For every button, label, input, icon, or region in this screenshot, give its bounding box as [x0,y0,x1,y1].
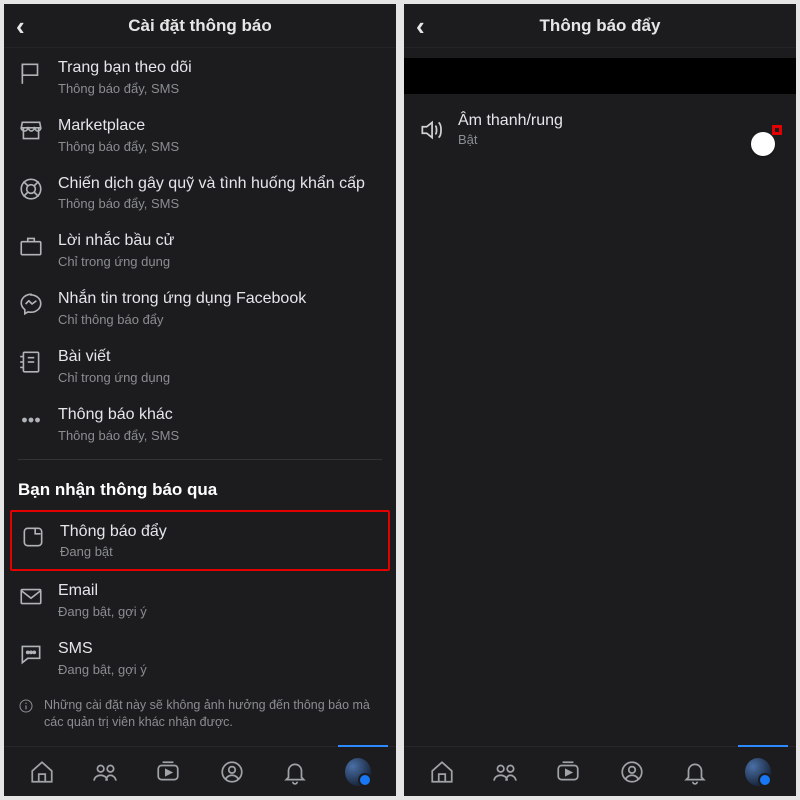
row-sound-vibration[interactable]: Âm thanh/rung Bật [404,100,796,159]
row-label: Email [58,581,382,602]
toggle-knob [751,132,775,156]
row-fundraiser[interactable]: Chiến dịch gây quỹ và tình huống khẩn cấ… [4,164,396,222]
section-title: Bạn nhận thông báo qua [4,466,396,510]
toggle-label: Âm thanh/rung [458,112,758,130]
row-sub: Thông báo đẩy, SMS [58,196,382,211]
tab-watch[interactable] [155,759,181,785]
divider [18,459,382,460]
dots-icon [18,407,44,433]
row-sub: Đang bật [60,544,380,559]
header-title-right: Thông báo đẩy [404,16,796,36]
row-sub: Chỉ trong ứng dụng [58,370,382,385]
row-label: Thông báo đẩy [60,522,380,543]
header-right: ‹ Thông báo đẩy [404,4,796,48]
tab-friends[interactable] [92,759,118,785]
info-text: Những cài đặt này sẽ không ảnh hưởng đến… [44,697,382,732]
header-title-left: Cài đặt thông báo [4,16,396,36]
active-indicator [738,745,788,747]
messenger-icon [18,291,44,317]
row-election[interactable]: Lời nhắc bầu cử Chỉ trong ứng dụng [4,221,396,279]
tab-menu[interactable] [345,759,371,785]
sms-icon [18,641,44,667]
black-strip [404,58,796,94]
content-right: Âm thanh/rung Bật [404,48,796,746]
row-posts[interactable]: Bài viết Chỉ trong ứng dụng [4,337,396,395]
back-button-right[interactable]: ‹ [416,13,425,39]
row-label: Bài viết [58,347,382,368]
tab-notifications[interactable] [682,759,708,785]
active-indicator [338,745,388,747]
channel-push[interactable]: Thông báo đẩy Đang bật [12,512,388,570]
tab-notifications[interactable] [282,759,308,785]
row-label: Nhắn tin trong ứng dụng Facebook [58,289,382,310]
row-label: Lời nhắc bầu cử [58,231,382,252]
toggle-sub: Bật [458,132,758,147]
push-icon [20,524,46,550]
row-sub: Đang bật, gợi ý [58,604,382,619]
highlight-push: Thông báo đẩy Đang bật [10,510,390,572]
tab-menu[interactable] [745,759,771,785]
row-pages[interactable]: Trang bạn theo dõi Thông báo đẩy, SMS [4,48,396,106]
tabbar-right [404,746,796,796]
info-row: Những cài đặt này sẽ không ảnh hưởng đến… [4,687,396,742]
row-label: Thông báo khác [58,405,382,426]
row-sub: Thông báo đẩy, SMS [58,81,382,96]
row-label: Trang bạn theo dõi [58,58,382,79]
lifebuoy-icon [18,176,44,202]
tab-profile[interactable] [219,759,245,785]
flag-icon [18,60,44,86]
channel-sms[interactable]: SMS Đang bật, gợi ý [4,629,396,687]
row-messenger[interactable]: Nhắn tin trong ứng dụng Facebook Chỉ thô… [4,279,396,337]
store-icon [18,118,44,144]
back-button-left[interactable]: ‹ [16,13,25,39]
row-sub: Thông báo đẩy, SMS [58,428,382,443]
journal-icon [18,349,44,375]
header-left: ‹ Cài đặt thông báo [4,4,396,48]
tabbar-left [4,746,396,796]
mail-icon [18,583,44,609]
row-label: Marketplace [58,116,382,137]
row-sub: Chỉ thông báo đẩy [58,312,382,327]
avatar-icon [345,758,371,786]
info-icon [18,698,34,714]
briefcase-icon [18,233,44,259]
tab-home[interactable] [429,759,455,785]
row-sub: Chỉ trong ứng dụng [58,254,382,269]
tab-profile[interactable] [619,759,645,785]
content-left: Trang bạn theo dõi Thông báo đẩy, SMS Ma… [4,48,396,746]
avatar-icon [745,758,771,786]
row-other[interactable]: Thông báo khác Thông báo đẩy, SMS [4,395,396,453]
channel-email[interactable]: Email Đang bật, gợi ý [4,571,396,629]
tab-friends[interactable] [492,759,518,785]
row-sub: Đang bật, gợi ý [58,662,382,677]
sound-icon [418,117,444,143]
highlight-toggle [772,125,782,135]
row-sub: Thông báo đẩy, SMS [58,139,382,154]
row-label: SMS [58,639,382,660]
phone-right: ‹ Thông báo đẩy Âm thanh/rung Bật [404,4,796,796]
row-marketplace[interactable]: Marketplace Thông báo đẩy, SMS [4,106,396,164]
tab-home[interactable] [29,759,55,785]
phone-left: ‹ Cài đặt thông báo Trang bạn theo dõi T… [4,4,396,796]
row-label: Chiến dịch gây quỹ và tình huống khẩn cấ… [58,174,382,195]
tab-watch[interactable] [555,759,581,785]
